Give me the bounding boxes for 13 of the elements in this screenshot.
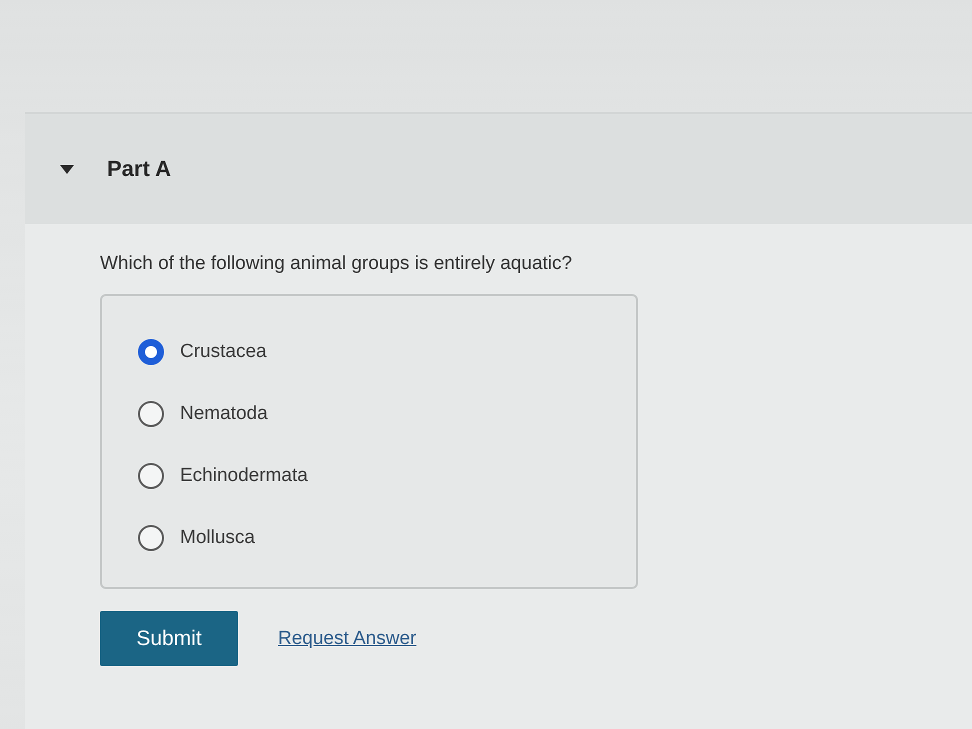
radio-button[interactable] [138,401,164,427]
submit-button[interactable]: Submit [100,611,238,666]
request-answer-link[interactable]: Request Answer [278,628,416,650]
radio-button[interactable] [138,339,164,365]
option-label[interactable]: Echinodermata [180,465,308,487]
radio-button[interactable] [138,463,164,489]
option-label[interactable]: Nematoda [180,403,268,425]
section-title: Part A [107,156,171,182]
question-text: Which of the following animal groups is entirely aquatic? [100,252,574,276]
option-label[interactable]: Mollusca [180,527,255,549]
option-label[interactable]: Crustacea [180,341,267,363]
radio-button[interactable] [138,525,164,551]
caret-icon[interactable] [60,164,74,174]
